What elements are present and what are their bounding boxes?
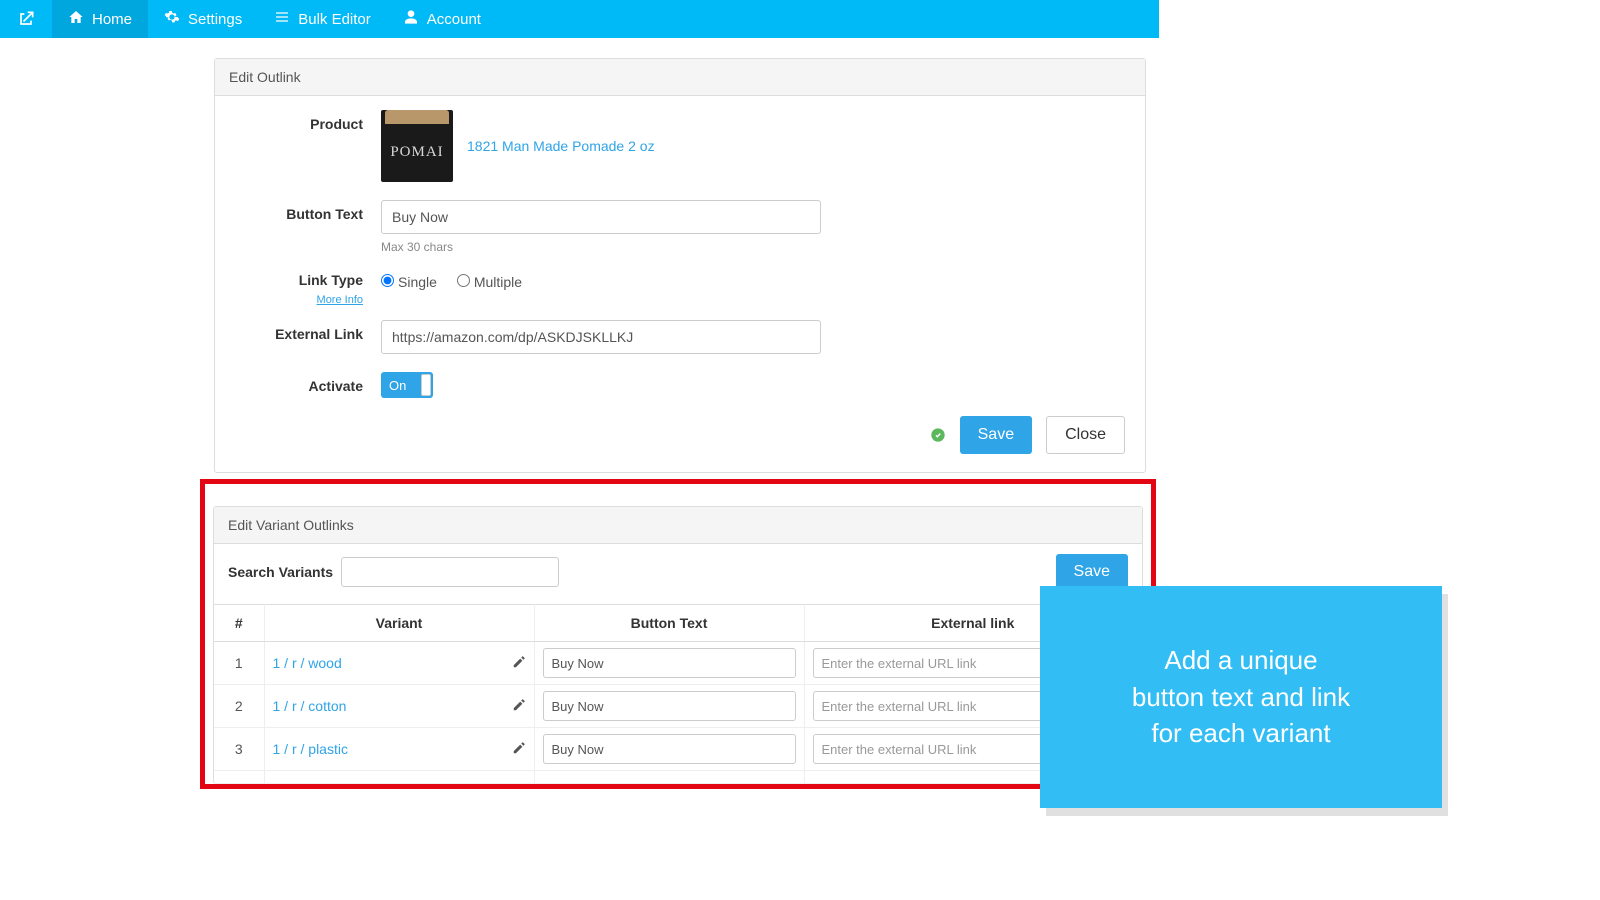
nav-settings-label: Settings xyxy=(188,11,242,28)
row-button-text-input[interactable] xyxy=(543,648,796,678)
variants-save-button[interactable]: Save xyxy=(1056,554,1128,590)
link-type-single-radio[interactable] xyxy=(381,274,394,287)
row-number: 2 xyxy=(214,685,264,728)
product-thumbnail: POMAI xyxy=(381,110,453,182)
activate-toggle[interactable]: On xyxy=(381,372,433,398)
table-row: 1 1 / r / wood xyxy=(214,642,1142,685)
home-icon xyxy=(68,9,84,29)
variant-link[interactable]: 1 / r / wood xyxy=(273,655,342,671)
nav-account[interactable]: Account xyxy=(387,0,497,38)
row-button-text-input[interactable] xyxy=(543,691,796,721)
save-button[interactable]: Save xyxy=(960,416,1032,454)
edit-outlink-panel: Edit Outlink Product POMAI 1821 Man Made… xyxy=(214,58,1146,473)
col-button-text: Button Text xyxy=(534,605,804,642)
link-type-label: Link Type xyxy=(233,272,363,288)
callout-line2: button text and link xyxy=(1132,682,1350,712)
link-type-multiple[interactable]: Multiple xyxy=(457,274,522,290)
edit-variant-outlinks-panel: Edit Variant Outlinks Search Variants Sa… xyxy=(213,506,1143,784)
list-icon xyxy=(274,9,290,29)
callout-tooltip: Add a unique button text and link for ea… xyxy=(1040,586,1442,808)
save-status-icon xyxy=(930,427,946,443)
edit-icon[interactable] xyxy=(512,741,526,758)
link-type-more-info[interactable]: More Info xyxy=(233,294,381,306)
user-icon xyxy=(403,9,419,29)
product-label: Product xyxy=(233,110,381,132)
col-variant: Variant xyxy=(264,605,534,642)
callout-line3: for each variant xyxy=(1151,718,1330,748)
gear-icon xyxy=(164,9,180,29)
external-link-label: External Link xyxy=(233,320,381,342)
external-link-input[interactable] xyxy=(381,320,821,354)
col-number: # xyxy=(214,605,264,642)
nav-bulk-editor-label: Bulk Editor xyxy=(298,11,371,28)
variant-link[interactable]: 1 / r / plastic xyxy=(273,741,348,757)
variant-panel-highlight: Edit Variant Outlinks Search Variants Sa… xyxy=(200,479,1156,789)
nav-bulk-editor[interactable]: Bulk Editor xyxy=(258,0,387,38)
activate-toggle-state: On xyxy=(381,378,406,393)
button-text-hint: Max 30 chars xyxy=(381,240,1127,254)
row-number: 1 xyxy=(214,642,264,685)
variant-link[interactable]: 1 / r / cotton xyxy=(273,698,347,714)
table-row: 2 1 / r / cotton xyxy=(214,685,1142,728)
button-text-input[interactable] xyxy=(381,200,821,234)
nav-home-label: Home xyxy=(92,11,132,28)
variants-table: # Variant Button Text External link 11 /… xyxy=(214,604,1142,771)
link-type-multiple-radio[interactable] xyxy=(457,274,470,287)
row-button-text-input[interactable] xyxy=(543,734,796,764)
top-navbar: Home Settings Bulk Editor Account xyxy=(0,0,1159,38)
link-type-single[interactable]: Single xyxy=(381,274,437,290)
button-text-label: Button Text xyxy=(233,200,381,222)
search-variants-input[interactable] xyxy=(341,557,559,587)
search-variants-label: Search Variants xyxy=(228,564,333,580)
nav-home[interactable]: Home xyxy=(52,0,148,38)
activate-label: Activate xyxy=(233,372,381,394)
nav-account-label: Account xyxy=(427,11,481,28)
row-number: 3 xyxy=(214,728,264,771)
edit-icon[interactable] xyxy=(512,698,526,715)
edit-icon[interactable] xyxy=(512,655,526,672)
edit-outlink-title: Edit Outlink xyxy=(215,59,1145,96)
edit-variant-title: Edit Variant Outlinks xyxy=(214,507,1142,544)
toggle-handle xyxy=(421,374,431,396)
table-row: 3 1 / r / plastic xyxy=(214,728,1142,771)
nav-settings[interactable]: Settings xyxy=(148,0,258,38)
close-button[interactable]: Close xyxy=(1046,416,1125,454)
callout-line1: Add a unique xyxy=(1164,645,1317,675)
product-link[interactable]: 1821 Man Made Pomade 2 oz xyxy=(467,138,655,154)
launch-icon[interactable] xyxy=(0,0,52,38)
